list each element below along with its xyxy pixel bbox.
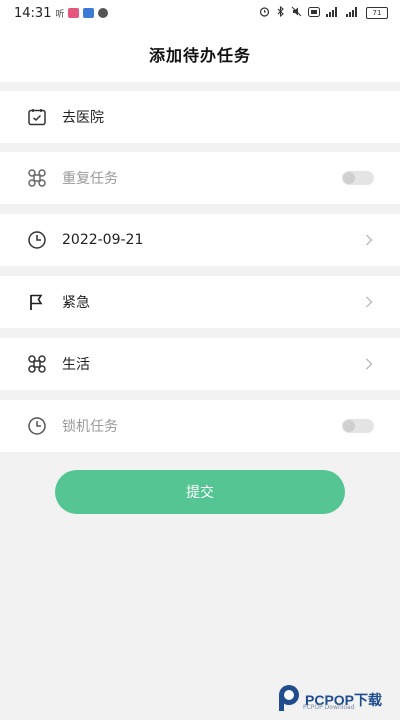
toggle-knob xyxy=(343,420,355,432)
date-row[interactable]: 2022-09-21 xyxy=(0,214,400,266)
notification-app-icon-2 xyxy=(83,8,95,18)
mute-icon xyxy=(291,6,302,20)
status-bar: 14:31 听 71 xyxy=(0,0,400,26)
page-title: 添加待办任务 xyxy=(148,46,251,65)
priority-value: 紧急 xyxy=(62,295,90,311)
lock-task-toggle[interactable] xyxy=(342,419,374,433)
header: 添加待办任务 xyxy=(0,26,400,82)
submit-button[interactable]: 提交 xyxy=(55,470,345,514)
bluetooth-icon xyxy=(276,5,285,20)
status-time: 14:31 xyxy=(14,5,52,21)
status-app-glyph: 听 xyxy=(55,9,65,20)
chevron-right-icon xyxy=(364,357,374,371)
date-value: 2022-09-21 xyxy=(62,232,144,248)
nfc-icon xyxy=(308,6,320,20)
notification-compass-icon xyxy=(98,8,109,18)
category-value: 生活 xyxy=(62,357,90,373)
chevron-right-icon xyxy=(364,233,374,247)
chevron-right-icon xyxy=(364,295,374,309)
status-right: 71 xyxy=(259,5,388,20)
signal-4g-icon xyxy=(326,6,340,20)
status-left: 14:31 听 xyxy=(14,5,109,21)
notification-app-icon xyxy=(68,8,80,18)
repeat-task-label: 重复任务 xyxy=(62,171,118,187)
category-row[interactable]: 生活 xyxy=(0,338,400,390)
signal-5g-icon xyxy=(346,6,360,20)
toggle-knob xyxy=(343,172,355,184)
alarm-icon xyxy=(259,6,270,20)
lock-task-row: 锁机任务 xyxy=(0,400,400,452)
lock-task-label: 锁机任务 xyxy=(62,419,118,435)
repeat-icon xyxy=(26,167,48,189)
category-icon xyxy=(26,353,48,375)
task-name-row[interactable]: 去医院 xyxy=(0,91,400,143)
battery-indicator: 71 xyxy=(366,7,388,19)
calendar-icon xyxy=(26,106,48,128)
clock-icon xyxy=(26,415,48,437)
task-name-text[interactable]: 去医院 xyxy=(62,107,374,127)
watermark-subtext: PCPOP Download xyxy=(303,704,355,711)
watermark-logo: PCPOP下载 PCPOP Download xyxy=(277,684,382,716)
priority-row[interactable]: 紧急 xyxy=(0,276,400,328)
clock-icon xyxy=(26,229,48,251)
repeat-task-toggle[interactable] xyxy=(342,171,374,185)
pcpop-logo-icon xyxy=(277,684,301,716)
flag-icon xyxy=(26,291,48,313)
repeat-task-row: 重复任务 xyxy=(0,152,400,204)
